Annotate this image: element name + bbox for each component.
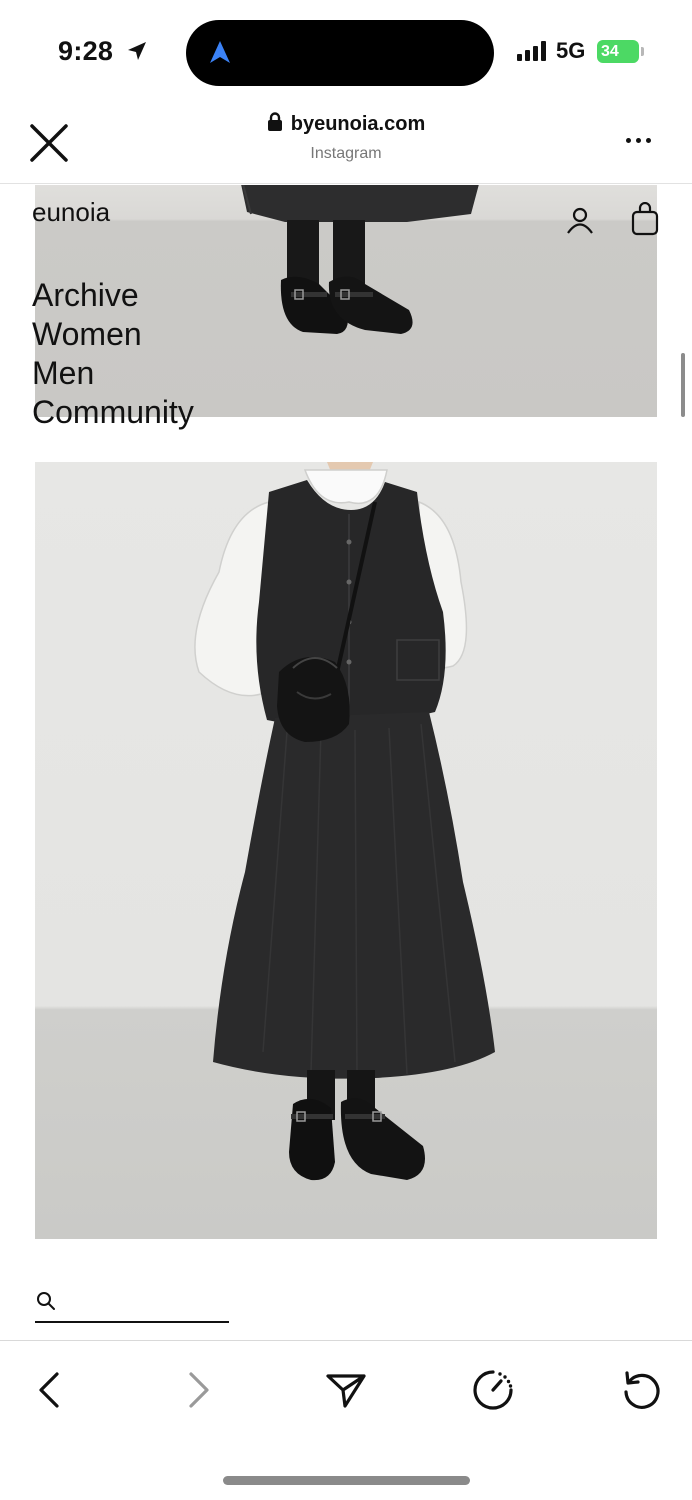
nav-women[interactable]: Women (32, 315, 194, 354)
close-button[interactable] (28, 122, 70, 164)
reload-icon (624, 1371, 660, 1409)
back-button[interactable] (26, 1367, 72, 1413)
url-subtitle: Instagram (310, 145, 382, 162)
network-type: 5G (556, 38, 586, 63)
more-icon (626, 138, 631, 143)
search-input[interactable] (63, 1291, 223, 1315)
site-logo[interactable]: eunoia (32, 197, 110, 228)
cellular-signal-icon (517, 41, 546, 61)
product-image[interactable] (35, 462, 657, 1239)
battery-icon: 34 (597, 40, 639, 63)
account-icon[interactable] (566, 206, 594, 239)
bag-icon[interactable] (631, 201, 659, 241)
nav-community[interactable]: Community (32, 393, 194, 432)
search-field[interactable] (35, 1289, 229, 1323)
back-icon (39, 1372, 59, 1408)
home-indicator[interactable] (223, 1476, 470, 1485)
status-bar: 9:28 5G 34 (0, 0, 692, 100)
web-content: eunoia Archive Women Men Community (0, 185, 692, 1340)
more-button[interactable] (626, 138, 651, 143)
close-icon (30, 124, 68, 162)
battery-level: 34 (601, 43, 619, 60)
search-icon (37, 1292, 55, 1310)
lock-icon (267, 112, 282, 131)
browser-toolbar (0, 1340, 692, 1500)
battery-tip (641, 47, 644, 56)
reload-button[interactable] (618, 1367, 664, 1413)
more-icon-dot (636, 138, 641, 143)
nav-men[interactable]: Men (32, 354, 194, 393)
location-arrow-icon (126, 40, 148, 67)
share-icon (326, 1374, 366, 1408)
url-bar[interactable]: byeunoia.com Instagram (160, 112, 532, 163)
status-time: 9:28 (58, 36, 114, 66)
dynamic-island (186, 20, 494, 86)
forward-icon (189, 1372, 209, 1408)
speed-dial-button[interactable] (470, 1367, 516, 1413)
share-button[interactable] (323, 1367, 369, 1413)
navigation-app-icon (206, 38, 234, 71)
more-icon-dot (646, 138, 651, 143)
forward-button[interactable] (176, 1367, 222, 1413)
scroll-indicator[interactable] (681, 353, 685, 417)
site-nav: Archive Women Men Community (32, 276, 194, 432)
nav-archive[interactable]: Archive (32, 276, 194, 315)
url-domain: byeunoia.com (290, 113, 426, 135)
product-illustration (194, 462, 495, 1181)
speed-dial-icon (473, 1370, 513, 1410)
browser-header: byeunoia.com Instagram (0, 100, 692, 184)
